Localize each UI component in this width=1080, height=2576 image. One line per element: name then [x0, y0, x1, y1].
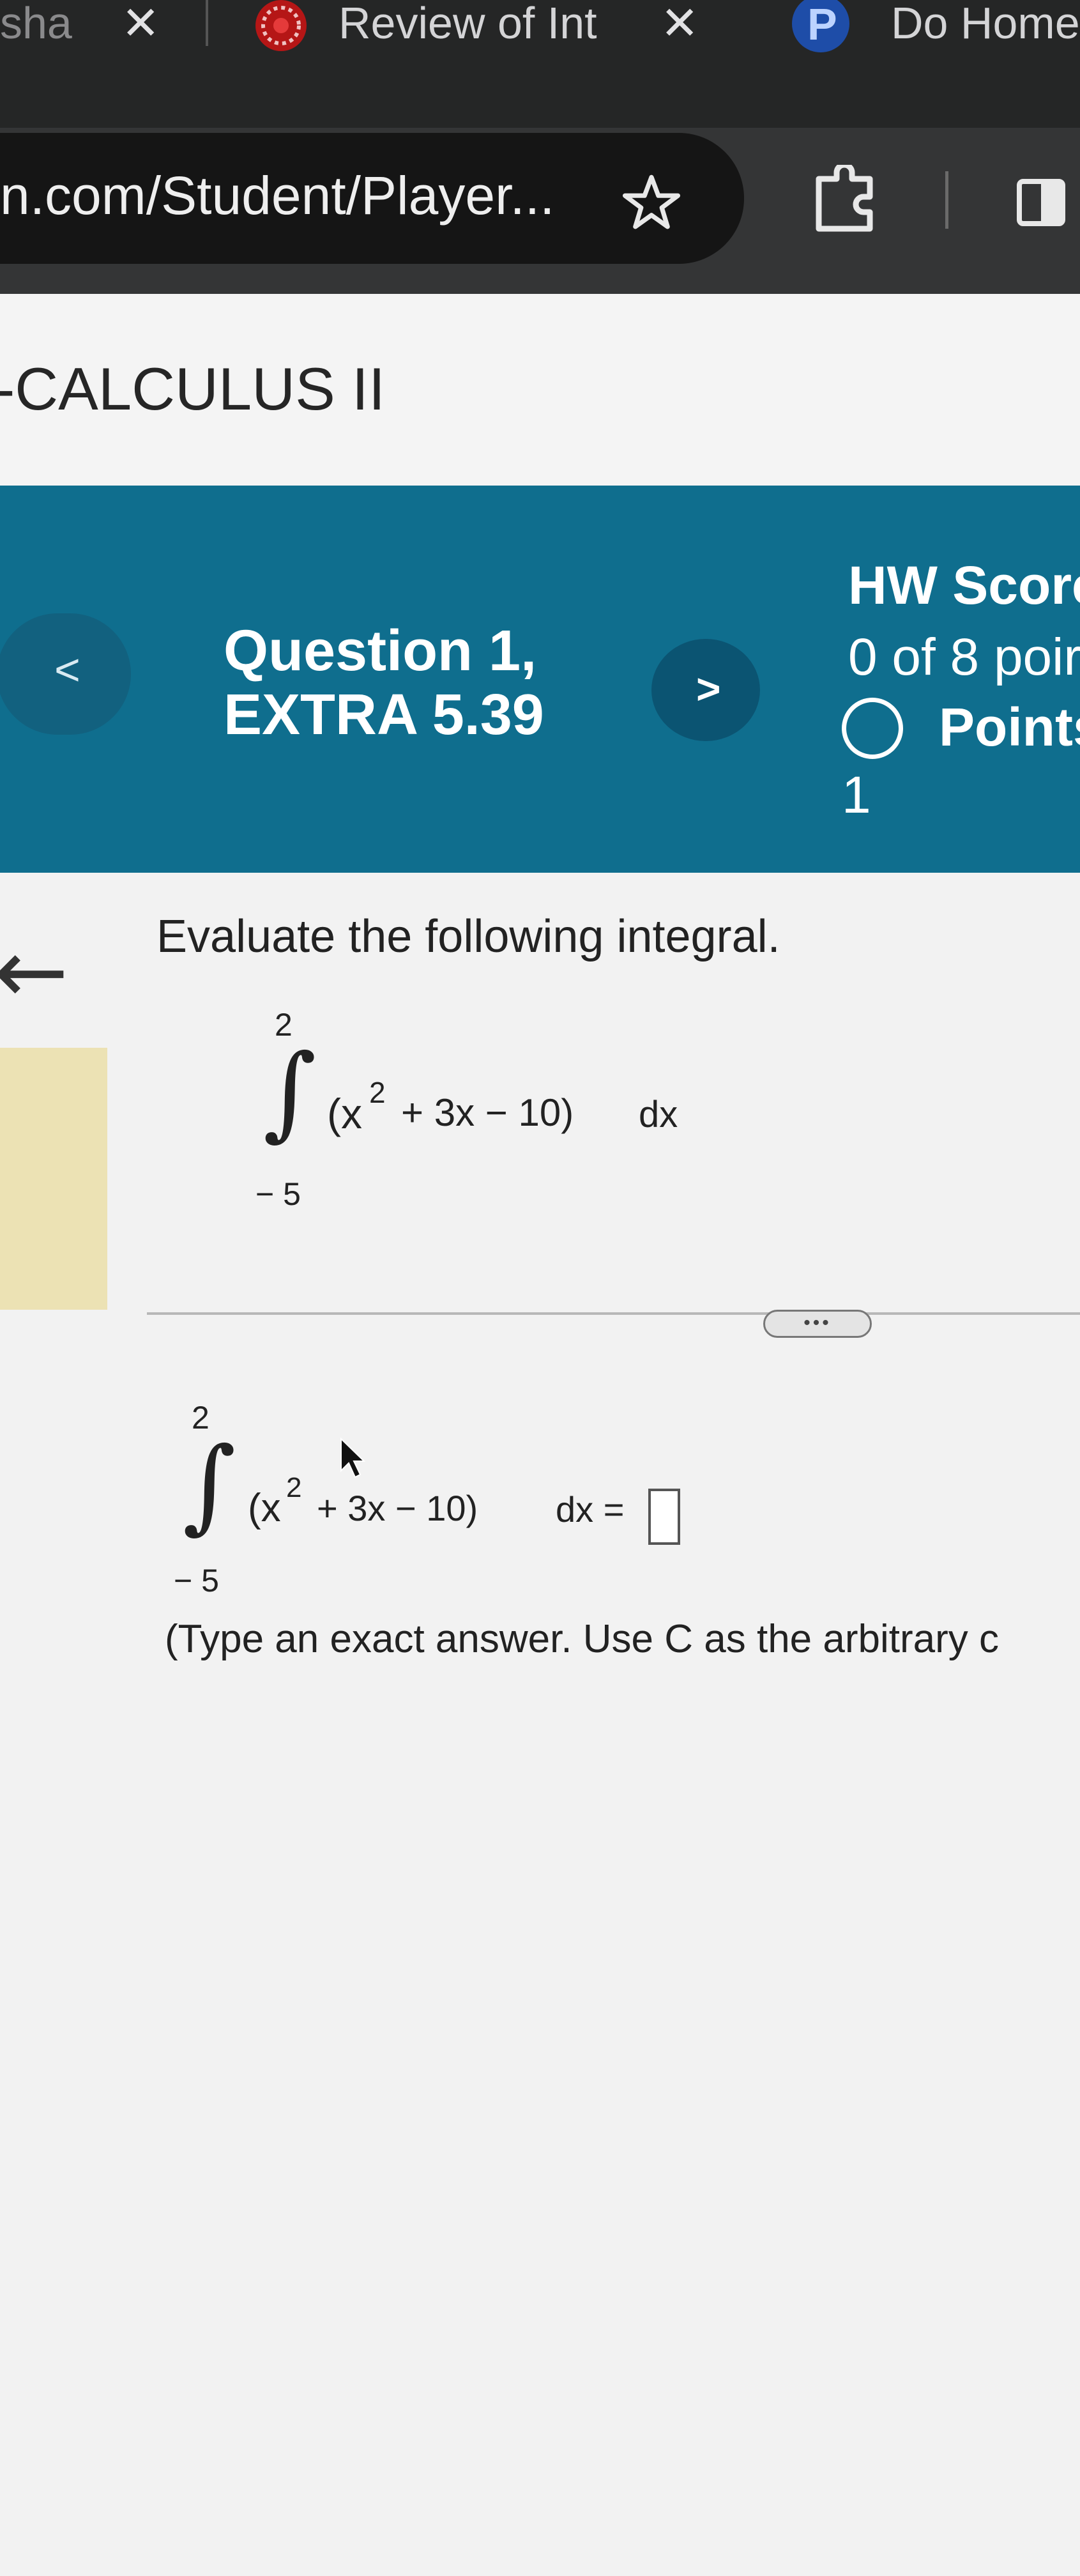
tab-divider: [206, 0, 208, 46]
answer-lower-limit: − 5: [174, 1563, 219, 1598]
pearson-p-icon: P: [792, 0, 849, 52]
section-divider: [147, 1312, 1080, 1315]
points-value: 1: [842, 766, 871, 824]
chevron-left-icon: <: [54, 645, 80, 694]
tab-1[interactable]: sha ✕: [0, 0, 192, 51]
points-label: Points: [939, 697, 1080, 757]
points-circle-icon: [842, 698, 903, 759]
integrand-rest: + 3x − 10): [401, 1091, 574, 1134]
hw-score-points: 0 of 8 poir: [848, 628, 1080, 686]
tab-3-label: Do Home: [891, 0, 1080, 48]
question-highlight-bar: [0, 1048, 107, 1310]
answer-integrand-rest: + 3x − 10): [317, 1488, 478, 1528]
integrand-exponent: 2: [369, 1076, 386, 1109]
back-arrow-icon[interactable]: ←: [0, 920, 68, 1024]
problem-instruction: Evaluate the following integral.: [156, 911, 780, 962]
tab-2[interactable]: Review of Int ✕: [236, 0, 773, 102]
ellipsis-icon: •••: [803, 1312, 832, 1333]
mouse-cursor-icon: [338, 1437, 370, 1482]
answer-integrand-open: (x: [248, 1486, 281, 1530]
answer-differential: dx =: [556, 1489, 625, 1529]
tab-2-close-icon[interactable]: ✕: [660, 0, 699, 50]
url-text[interactable]: n.com/Student/Player...: [0, 165, 554, 227]
answer-hint: (Type an exact answer. Use C as the arbi…: [165, 1617, 999, 1661]
question-number: Question 1,: [224, 619, 537, 683]
red-badge-favicon-icon: [249, 0, 313, 57]
question-id: EXTRA 5.39: [224, 683, 544, 747]
extensions-puzzle-icon[interactable]: [811, 162, 881, 235]
tab-1-close-icon[interactable]: ✕: [121, 0, 160, 50]
toolbar-divider: [945, 171, 948, 229]
answer-integral-sign-icon: ∫: [183, 1425, 236, 1544]
integral-lower-limit: − 5: [255, 1176, 301, 1212]
previous-question-button[interactable]: <: [0, 613, 131, 735]
tab-2-label: Review of Int: [338, 0, 597, 48]
integrand-differential: dx: [639, 1094, 678, 1135]
bookmark-star-icon[interactable]: [623, 174, 680, 231]
integral-sign-icon: ∫: [263, 1032, 317, 1151]
course-title: -CALCULUS II: [0, 355, 386, 422]
hw-score-label: HW Score: [848, 555, 1080, 615]
answer-integrand-exponent: 2: [286, 1472, 302, 1503]
integrand-open: (x: [327, 1090, 362, 1137]
next-question-button[interactable]: >: [651, 639, 760, 741]
tab-3[interactable]: P Do Home: [792, 0, 1080, 57]
sidebar-panel-icon[interactable]: [1015, 178, 1067, 229]
answer-input[interactable]: [648, 1489, 680, 1545]
tab-1-label: sha: [0, 0, 72, 48]
answer-integral: 2 ∫ − 5 (x 2 + 3x − 10) dx =: [174, 1399, 677, 1604]
problem-integral: 2 ∫ − 5 (x 2 + 3x − 10) dx: [249, 1006, 696, 1223]
more-options-button[interactable]: •••: [763, 1310, 872, 1338]
chevron-right-icon: >: [696, 665, 721, 712]
